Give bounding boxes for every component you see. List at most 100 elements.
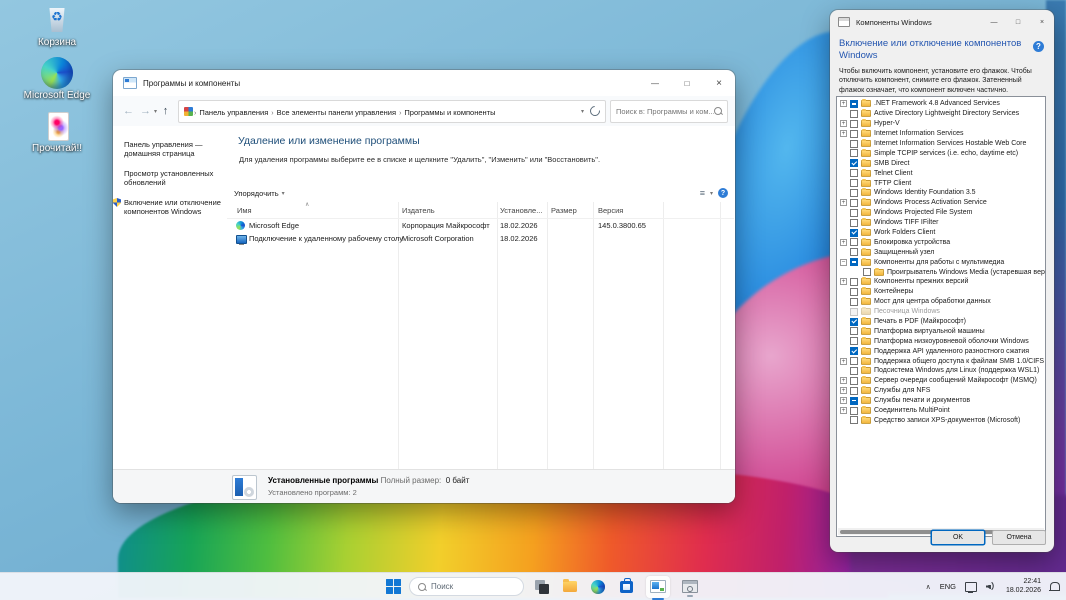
breadcrumb-item[interactable]: ›Панель управления — [193, 102, 270, 120]
expander-icon[interactable] — [840, 130, 847, 137]
feature-checkbox[interactable] — [850, 140, 858, 148]
feature-checkbox[interactable] — [850, 298, 858, 306]
tree-item[interactable]: Компоненты прежних версий — [838, 277, 1045, 287]
expander-icon[interactable] — [840, 239, 847, 246]
windows-features-taskbar-button[interactable] — [682, 579, 698, 595]
feature-checkbox[interactable] — [850, 229, 858, 237]
feature-checkbox[interactable] — [850, 357, 858, 365]
tree-item[interactable]: Windows Projected File System — [838, 208, 1045, 218]
tree-item[interactable]: Печать в PDF (Майкрософт) — [838, 317, 1045, 327]
dialog-minimize-button[interactable]: — — [982, 10, 1006, 34]
close-button[interactable]: × — [703, 70, 735, 96]
expander-icon[interactable] — [840, 278, 847, 285]
feature-checkbox[interactable] — [850, 238, 858, 246]
feature-checkbox[interactable] — [850, 308, 858, 316]
tree-item[interactable]: Windows TIFF IFilter — [838, 218, 1045, 228]
dialog-titlebar[interactable]: Компоненты Windows — □ × — [830, 10, 1054, 34]
feature-checkbox[interactable] — [850, 110, 858, 118]
column-header[interactable]: Установле... — [500, 206, 542, 215]
tree-item[interactable]: SMB Direct — [838, 158, 1045, 168]
feature-checkbox[interactable] — [850, 416, 858, 424]
feature-checkbox[interactable] — [850, 120, 858, 128]
dialog-close-button[interactable]: × — [1030, 10, 1054, 34]
address-dropdown-icon[interactable]: ▾ — [581, 108, 584, 115]
feature-checkbox[interactable] — [850, 248, 858, 256]
feature-checkbox[interactable] — [850, 347, 858, 355]
tree-item[interactable]: Блокировка устройства — [838, 237, 1045, 247]
taskbar-search[interactable]: Поиск — [409, 577, 524, 596]
feature-checkbox[interactable] — [850, 377, 858, 385]
tree-item[interactable]: .NET Framework 4.8 Advanced Services — [838, 99, 1045, 109]
breadcrumb-item[interactable]: ›Программы и компоненты — [398, 102, 497, 120]
edge-button[interactable] — [590, 579, 606, 595]
back-button[interactable]: ← — [120, 105, 137, 117]
feature-checkbox[interactable] — [850, 179, 858, 187]
tree-item[interactable]: Службы для NFS — [838, 386, 1045, 396]
tree-item[interactable]: Платформа низкоуровневой оболочки Window… — [838, 336, 1045, 346]
help-icon[interactable]: ? — [718, 188, 728, 198]
tree-item[interactable]: Internet Information Services — [838, 129, 1045, 139]
language-indicator[interactable]: ENG — [940, 582, 956, 591]
tree-item[interactable]: Компоненты для работы с мультимедиа — [838, 257, 1045, 267]
feature-checkbox[interactable] — [850, 367, 858, 375]
desktop-icon[interactable]: Прочитай!! — [22, 110, 92, 154]
column-header[interactable]: Размер — [551, 206, 577, 215]
expander-icon[interactable] — [840, 407, 847, 414]
expander-icon[interactable] — [840, 397, 847, 404]
sidebar-link[interactable]: Панель управления — домашняя страница — [122, 140, 223, 158]
tree-item[interactable]: Work Folders Client — [838, 228, 1045, 238]
feature-checkbox[interactable] — [850, 169, 858, 177]
tree-item[interactable]: Simple TCPIP services (i.e. echo, daytim… — [838, 148, 1045, 158]
feature-checkbox[interactable] — [850, 288, 858, 296]
tree-item[interactable]: Hyper-V — [838, 119, 1045, 129]
expander-icon[interactable] — [840, 377, 847, 384]
forward-button[interactable]: → — [137, 105, 154, 117]
feature-checkbox[interactable] — [850, 327, 858, 335]
tree-item[interactable]: Windows Process Activation Service — [838, 198, 1045, 208]
main-titlebar[interactable]: Программы и компоненты — □ × — [113, 70, 735, 96]
expander-icon[interactable] — [840, 387, 847, 394]
address-bar[interactable]: ›Панель управления ›Все элементы панели … — [178, 100, 606, 123]
tree-item[interactable]: Сервер очереди сообщений Майкрософт (MSM… — [838, 376, 1045, 386]
feature-checkbox[interactable] — [850, 130, 858, 138]
column-header[interactable]: Издатель — [402, 206, 435, 215]
up-button[interactable]: ↑ — [157, 105, 174, 117]
feature-checkbox[interactable] — [850, 407, 858, 415]
feature-checkbox[interactable] — [850, 318, 858, 326]
expander-icon[interactable] — [840, 120, 847, 127]
dialog-help-icon[interactable]: ? — [1033, 41, 1044, 52]
refresh-icon[interactable] — [588, 104, 602, 118]
tree-item[interactable]: Службы печати и документов — [838, 396, 1045, 406]
tree-item[interactable]: Internet Information Services Hostable W… — [838, 139, 1045, 149]
desktop-icon[interactable]: ♻ Корзина — [22, 4, 92, 48]
view-dropdown-icon[interactable]: ▾ — [710, 190, 713, 197]
network-icon[interactable] — [965, 582, 977, 592]
feature-checkbox[interactable] — [863, 268, 871, 276]
task-view-button[interactable] — [534, 579, 550, 595]
tree-item[interactable]: Мост для центра обработки данных — [838, 297, 1045, 307]
cancel-button[interactable]: Отмена — [992, 530, 1046, 545]
tree-item[interactable]: Поддержка общего доступа к файлам SMB 1.… — [838, 356, 1045, 366]
feature-checkbox[interactable] — [850, 100, 858, 108]
feature-checkbox[interactable] — [850, 258, 858, 266]
feature-checkbox[interactable] — [850, 337, 858, 345]
tree-item[interactable]: Защищенный узел — [838, 247, 1045, 257]
column-header[interactable]: Версия — [598, 206, 623, 215]
feature-checkbox[interactable] — [850, 209, 858, 217]
programs-and-features-taskbar-button[interactable] — [646, 576, 670, 598]
tray-overflow-chevron[interactable]: ∧ — [926, 583, 931, 591]
tree-item[interactable]: TFTP Client — [838, 178, 1045, 188]
feature-checkbox[interactable] — [850, 387, 858, 395]
volume-icon[interactable] — [986, 582, 997, 591]
notification-bell-icon[interactable] — [1050, 582, 1060, 590]
program-row[interactable]: Подключение к удаленному рабочему столу … — [227, 232, 734, 245]
tree-item[interactable]: Контейнеры — [838, 287, 1045, 297]
ok-button[interactable]: OK — [931, 530, 985, 545]
search-input[interactable]: Поиск в: Программы и ком... — [610, 100, 728, 123]
organize-button[interactable]: Упорядочить▾ — [234, 189, 285, 198]
sidebar-link[interactable]: Включение или отключение компонентов Win… — [122, 198, 223, 216]
tree-item[interactable]: Windows Identity Foundation 3.5 — [838, 188, 1045, 198]
breadcrumb-item[interactable]: ›Все элементы панели управления — [270, 102, 398, 120]
tree-item[interactable]: Средство записи XPS-документов (Microsof… — [838, 416, 1045, 426]
expander-icon[interactable] — [840, 358, 847, 365]
